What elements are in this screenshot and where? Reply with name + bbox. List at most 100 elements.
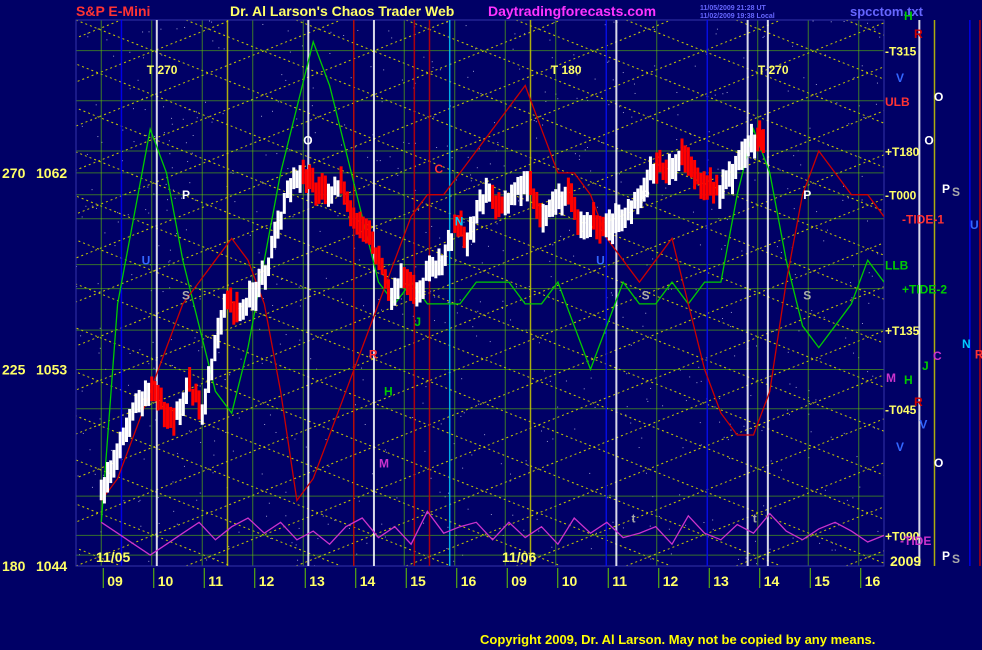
price-bar [592,202,596,230]
star-dot [446,548,448,550]
star-dot [569,229,571,231]
year-label: 2009 [890,553,921,569]
star-dot [871,275,873,277]
star-dot [622,112,624,114]
star-dot [463,412,465,414]
star-dot [425,231,427,233]
chart-annotation: S [803,289,811,303]
star-dot [160,28,162,30]
side-letter: V [896,71,904,85]
star-dot [519,68,521,70]
stamp-line-1: 11/05/2009 21:28 UT [700,5,766,12]
price-bar [431,256,435,277]
star-dot [638,447,640,449]
price-bar [582,215,586,240]
star-dot [206,559,208,561]
star-dot [772,330,774,332]
star-dot [371,473,373,475]
star-dot [423,522,425,524]
price-bar [683,145,687,173]
star-dot [305,446,307,448]
star-dot [103,474,105,476]
price-bar [317,176,321,204]
star-dot [630,422,632,424]
x-hour-label: 14 [360,573,376,589]
price-bar [708,167,712,196]
star-dot [500,463,502,465]
x-hour-label: 12 [663,573,679,589]
star-dot [490,514,492,516]
x-hour-label: 10 [562,573,578,589]
price-bar [251,282,255,311]
star-dot [630,344,632,346]
star-dot [401,79,403,81]
chart-annotation: U [142,254,151,268]
star-dot [89,449,91,451]
star-dot [853,77,855,79]
star-dot [787,351,789,353]
star-dot [859,486,861,488]
star-dot [654,65,656,67]
star-dot [877,530,879,532]
price-bar [724,170,728,190]
star-dot [370,66,372,68]
price-bar [626,199,630,221]
star-dot [171,167,173,169]
star-dot [198,350,200,352]
star-dot [763,35,765,37]
star-dot [494,122,496,124]
star-dot [200,441,202,443]
star-dot [549,39,551,41]
star-dot [143,458,145,460]
star-dot [289,149,291,151]
star-dot [459,299,461,301]
chart-annotation: S [182,289,190,303]
price-bar [333,176,337,196]
star-dot [730,429,732,431]
star-dot [296,118,298,120]
price-bar [655,152,659,184]
star-dot [440,423,442,425]
star-dot [552,438,554,440]
price-bar [257,268,261,298]
price-bar [623,207,627,229]
star-dot [834,549,836,551]
star-dot [510,319,512,321]
star-dot [439,491,441,493]
price-bar [159,387,163,410]
star-dot [81,125,83,127]
star-dot [271,110,273,112]
star-dot [754,179,756,181]
price-bar [203,388,207,415]
star-dot [650,387,652,389]
side-letter: P [942,549,950,563]
star-dot [863,117,865,119]
price-bar [336,180,340,197]
chart-annotation: R [975,348,982,362]
star-dot [287,30,289,32]
star-dot [861,322,863,324]
star-dot [166,209,168,211]
star-dot [466,188,468,190]
star-dot [611,294,613,296]
star-dot [299,339,301,341]
star-dot [576,97,578,99]
left-title: S&P E-Mini [76,3,150,19]
star-dot [194,199,196,201]
star-dot [95,104,97,106]
star-dot [696,382,698,384]
price-bar [560,191,564,216]
star-dot [423,56,425,58]
price-bar [658,149,662,173]
star-dot [142,31,144,33]
star-dot [447,302,449,304]
star-dot [94,473,96,475]
star-dot [81,216,83,218]
price-bar [731,163,734,195]
price-bar [140,391,144,417]
star-dot [874,28,876,30]
price-bar [715,174,719,196]
price-bar [469,216,473,240]
star-dot [472,326,474,328]
price-bar [229,287,233,313]
